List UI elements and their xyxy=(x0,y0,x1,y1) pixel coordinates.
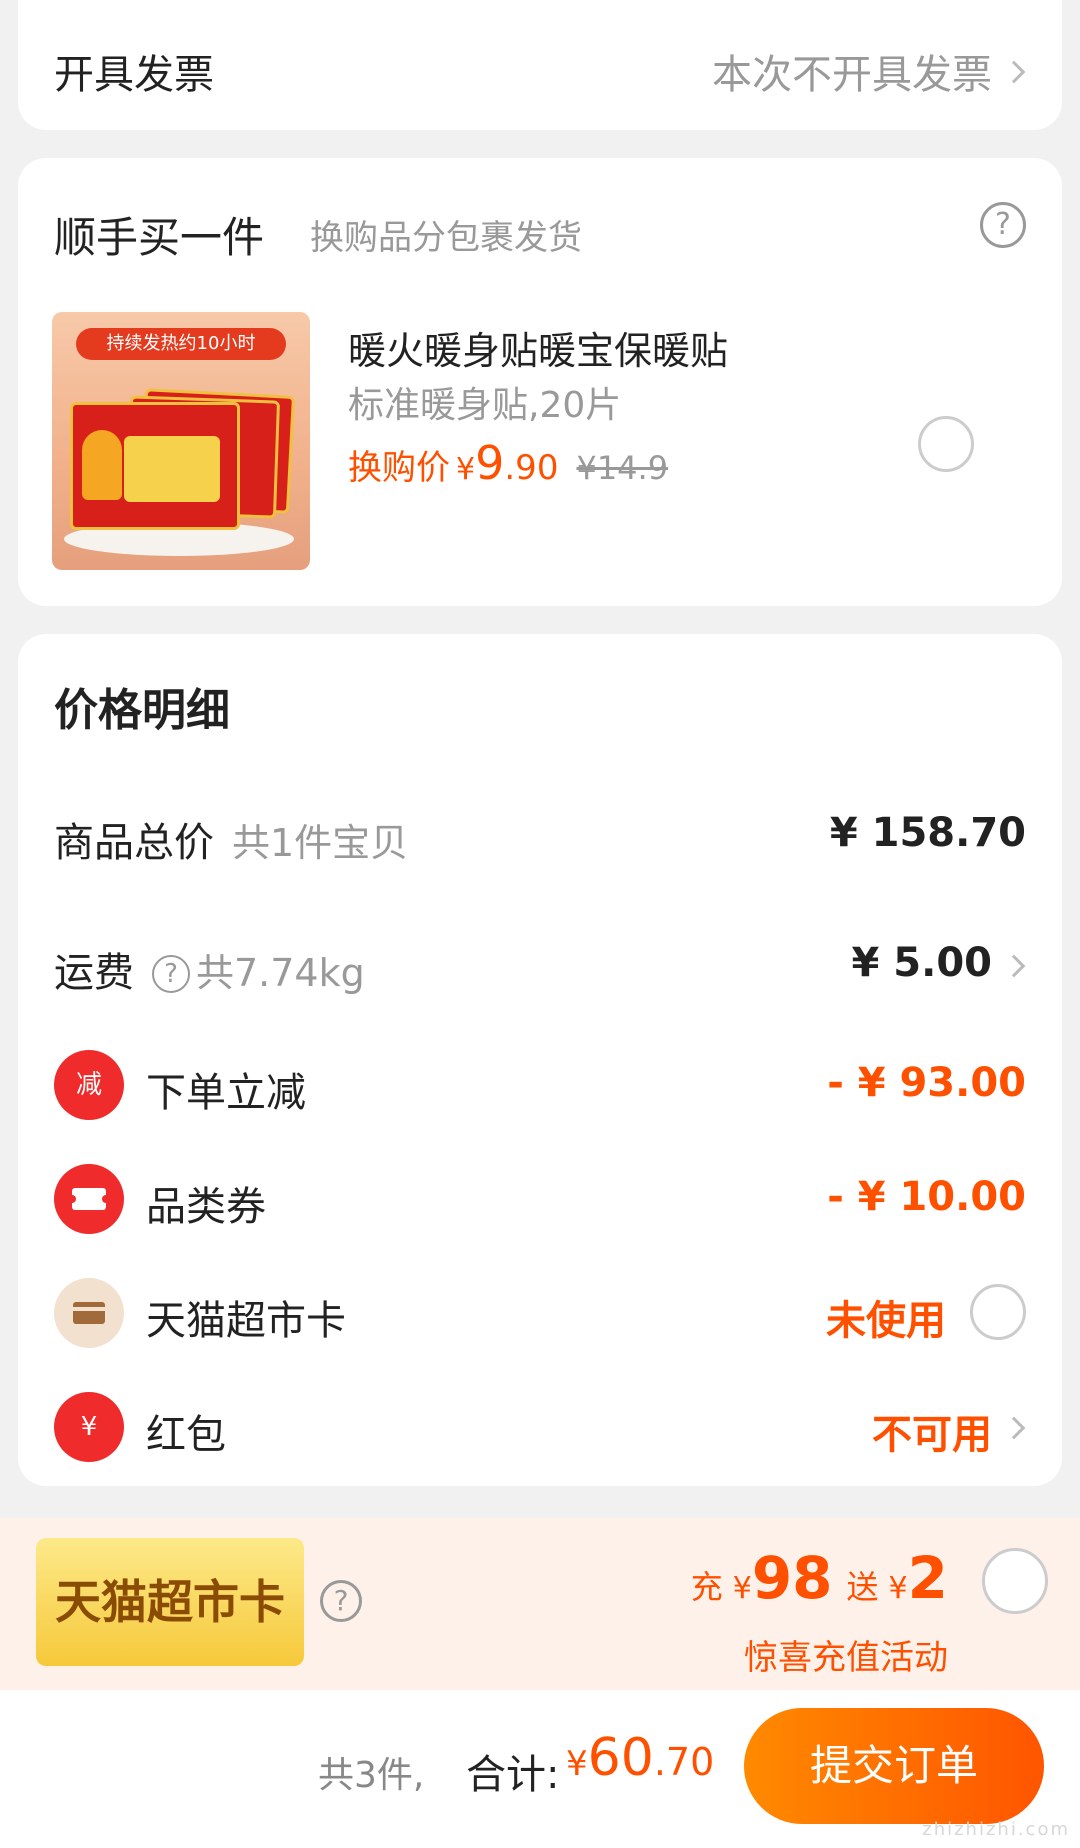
help-icon[interactable]: ? xyxy=(980,202,1026,248)
supermarket-card-value: 未使用 xyxy=(826,1298,946,1344)
category-coupon-row[interactable]: 品类券 - ¥ 10.00 xyxy=(54,1158,1026,1238)
category-coupon-label: 品类券 xyxy=(146,1184,266,1230)
total-integer: 60 xyxy=(587,1728,654,1788)
invoice-value: 本次不开具发票 xyxy=(712,52,992,98)
price-decimal: .90 xyxy=(504,448,559,488)
product-thumbnail[interactable]: 持续发热约10小时 xyxy=(52,312,310,570)
total-amount: ¥60.70 xyxy=(566,1728,714,1788)
item-count: 共1件宝贝 xyxy=(232,821,409,865)
supermarket-card-row[interactable]: 天猫超市卡 未使用 xyxy=(54,1272,1026,1352)
thumb-kangaroo xyxy=(82,430,122,500)
subtotal-row: 商品总价 共1件宝贝 ¥ 158.70 xyxy=(54,794,1026,874)
chevron-right-icon xyxy=(1002,60,1026,84)
thumb-banner: 持续发热约10小时 xyxy=(76,328,286,360)
charge-currency: ¥ xyxy=(732,1571,752,1606)
subtotal-value: ¥ 158.70 xyxy=(829,810,1026,856)
card-icon xyxy=(54,1278,124,1348)
product-price: 换购价 ¥9.90 ¥14.9 xyxy=(348,436,668,490)
help-icon[interactable]: ? xyxy=(152,955,190,993)
recharge-radio[interactable] xyxy=(982,1548,1048,1614)
chevron-right-icon xyxy=(1002,1416,1026,1440)
supermarket-card-badge: 天猫超市卡 xyxy=(36,1538,304,1666)
red-packet-value: 不可用 xyxy=(872,1412,992,1458)
addon-subtitle: 换购品分包裹发货 xyxy=(310,218,582,258)
invoice-label: 开具发票 xyxy=(54,52,214,98)
price-detail-card: 价格明细 商品总价 共1件宝贝 ¥ 158.70 运费? 共7.74kg ¥ 5.0… xyxy=(18,634,1062,1486)
charge-label: 充 xyxy=(690,1568,723,1606)
invoice-row[interactable]: 开具发票 本次不开具发票 xyxy=(18,0,1062,130)
shipping-value: ¥ 5.00 xyxy=(851,940,992,986)
section-title: 价格明细 xyxy=(54,685,230,736)
recharge-promo-bar: 天猫超市卡 ? 充 ¥98 送 ¥2 惊喜充值活动 xyxy=(0,1518,1080,1690)
price-integer: 9 xyxy=(475,436,505,490)
gift-amount: 2 xyxy=(907,1544,948,1612)
item-total-count: 共3件, xyxy=(318,1755,425,1796)
original-price: ¥14.9 xyxy=(576,449,669,487)
product-name[interactable]: 暖火暖身贴暖宝保暖贴 xyxy=(348,320,728,375)
thumb-label xyxy=(124,436,220,502)
recharge-offer: 充 ¥98 送 ¥2 xyxy=(691,1544,948,1612)
category-coupon-value: - ¥ 10.00 xyxy=(827,1174,1026,1220)
instant-discount-value: - ¥ 93.00 xyxy=(827,1060,1026,1106)
price-label: 换购价 xyxy=(348,448,450,488)
recharge-subtitle: 惊喜充值活动 xyxy=(744,1638,948,1678)
chevron-right-icon xyxy=(1002,954,1026,978)
coupon-icon xyxy=(54,1164,124,1234)
total-decimal: .70 xyxy=(653,1740,715,1784)
help-icon[interactable]: ? xyxy=(320,1580,362,1622)
discount-icon: 减 xyxy=(54,1050,124,1120)
submit-order-button[interactable]: 提交订单 xyxy=(744,1708,1044,1824)
addon-card: 顺手买一件 换购品分包裹发货 ? 持续发热约10小时 暖火暖身贴暖宝保暖贴 标准… xyxy=(18,158,1062,606)
subtotal-label: 商品总价 xyxy=(54,820,214,866)
watermark: zhizhizhi.com xyxy=(922,1819,1070,1840)
gift-label: 送 xyxy=(846,1568,879,1606)
product-spec: 标准暖身贴,20片 xyxy=(348,385,622,426)
shipping-label: 运费 xyxy=(54,950,134,996)
red-packet-icon: ¥ xyxy=(54,1392,124,1462)
addon-title: 顺手买一件 xyxy=(54,213,265,262)
addon-select-radio[interactable] xyxy=(918,416,974,472)
charge-amount: 98 xyxy=(751,1544,833,1612)
price-currency: ¥ xyxy=(456,452,476,487)
shipping-row[interactable]: 运费? 共7.74kg ¥ 5.00 xyxy=(54,924,1026,1004)
instant-discount-label: 下单立减 xyxy=(146,1070,306,1116)
checkout-bar: 共3件, 合计: ¥60.70 提交订单 zhizhizhi.com xyxy=(0,1690,1080,1848)
red-packet-row[interactable]: ¥ 红包 不可用 xyxy=(54,1386,1026,1466)
instant-discount-row: 减 下单立减 - ¥ 93.00 xyxy=(54,1044,1026,1124)
total-label: 合计: xyxy=(466,1752,560,1798)
supermarket-card-label: 天猫超市卡 xyxy=(146,1298,346,1344)
total-currency: ¥ xyxy=(566,1744,588,1784)
gift-currency: ¥ xyxy=(888,1571,908,1606)
red-packet-label: 红包 xyxy=(146,1412,226,1458)
shipping-weight: 共7.74kg xyxy=(196,951,365,995)
supermarket-card-radio[interactable] xyxy=(970,1284,1026,1340)
